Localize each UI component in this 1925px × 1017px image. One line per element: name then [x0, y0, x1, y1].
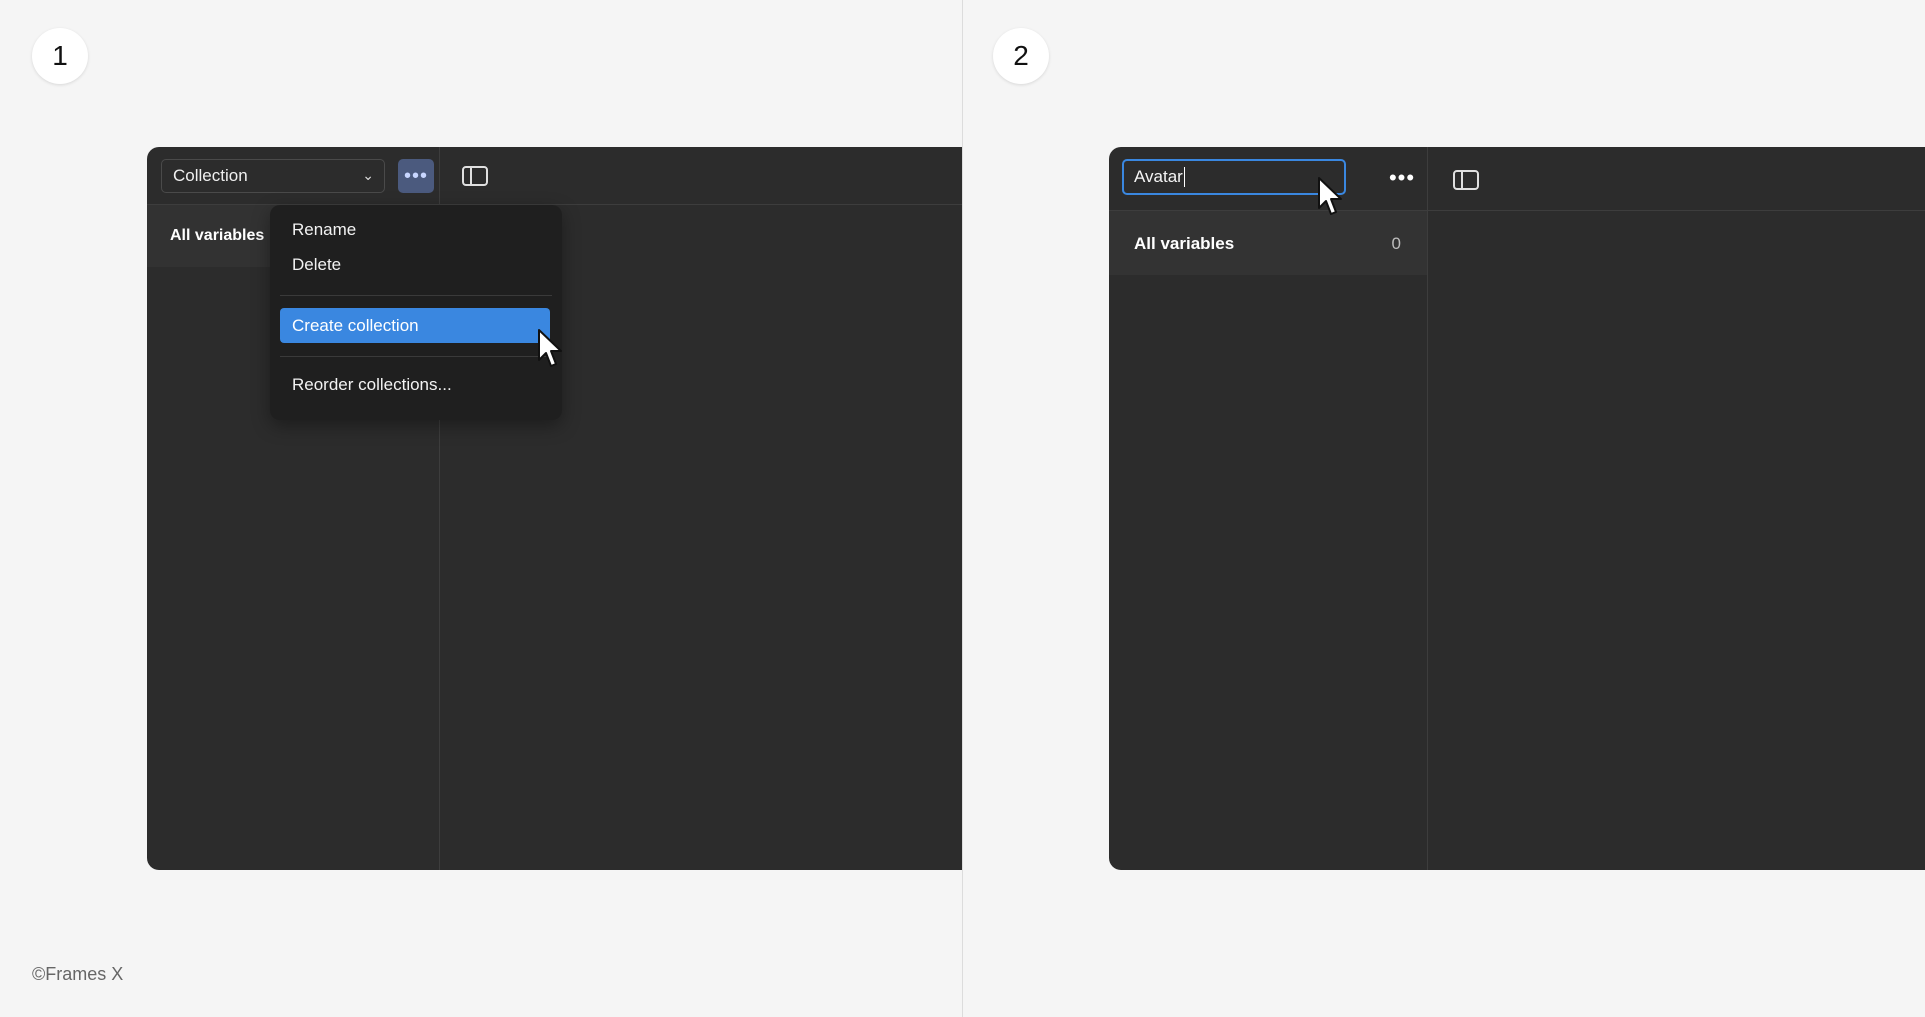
copyright-text: ©Frames X	[32, 964, 124, 984]
step-badge-2: 2	[993, 28, 1049, 84]
sidebar-toggle-button[interactable]	[461, 165, 489, 187]
menu-item-rename[interactable]: Rename	[292, 220, 356, 240]
sidebar-item-label: All variables	[170, 227, 265, 244]
collection-select[interactable]: Collection ⌄	[161, 159, 385, 193]
collection-name-value: Avatar	[1134, 167, 1183, 186]
menu-item-create-collection[interactable]: Create collection	[280, 308, 550, 343]
step-badge-1: 1	[32, 28, 88, 84]
sidebar-toggle-icon	[462, 166, 488, 186]
variable-count: 0	[1391, 234, 1401, 253]
sidebar-item-label: All variables	[1134, 234, 1235, 253]
sidebar-divider	[1427, 147, 1428, 870]
text-caret	[1183, 167, 1185, 187]
collection-options-menu: Rename Delete Create collection Reorder …	[270, 205, 562, 420]
variables-window-step-2: Avatar ••• All variables 0	[1109, 147, 1925, 870]
more-options-button[interactable]: •••	[398, 159, 434, 193]
mouse-pointer-icon	[538, 329, 562, 367]
menu-separator	[280, 356, 552, 357]
more-options-button[interactable]: •••	[1386, 163, 1418, 193]
collection-select-value: Collection	[173, 166, 248, 185]
collection-name-input[interactable]: Avatar	[1122, 159, 1346, 195]
sidebar-item-all-variables[interactable]: All variables 0	[1109, 211, 1427, 275]
sidebar-toggle-icon	[1453, 170, 1479, 190]
more-horizontal-icon: •••	[1388, 165, 1416, 190]
menu-item-reorder-collections[interactable]: Reorder collections...	[292, 375, 452, 395]
menu-separator	[280, 295, 552, 296]
more-horizontal-icon: •••	[403, 165, 428, 187]
menu-item-delete[interactable]: Delete	[292, 255, 341, 275]
sidebar-toggle-button[interactable]	[1452, 169, 1480, 191]
panel-divider	[962, 0, 963, 1017]
mouse-pointer-icon	[1318, 177, 1342, 215]
chevron-down-icon: ⌄	[362, 167, 374, 183]
